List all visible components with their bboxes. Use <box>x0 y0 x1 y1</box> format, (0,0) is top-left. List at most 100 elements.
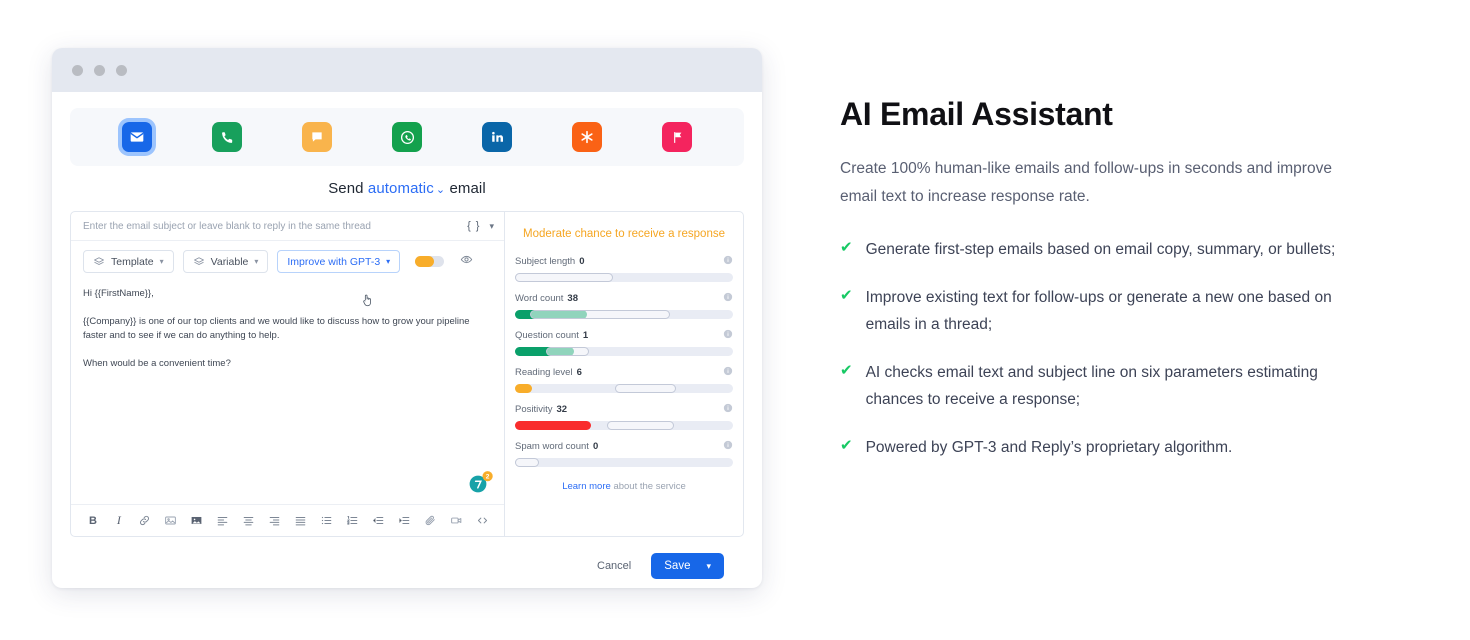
channel-whatsapp[interactable] <box>362 122 452 152</box>
image-icon[interactable] <box>159 510 183 532</box>
learn-more-rest: about the service <box>613 480 686 492</box>
chevron-down-icon[interactable]: ▾ <box>706 561 711 572</box>
metric-reading-level: Reading level 6 <box>515 366 733 393</box>
subject-row: { } ▾ <box>71 212 504 241</box>
save-button[interactable]: Save ▾ <box>651 553 724 579</box>
variable-braces-icon[interactable]: { } <box>467 220 480 232</box>
composer-toolbar: Template ▾ Variable ▾ Improve with GPT-3 <box>71 241 504 281</box>
indent-icon[interactable] <box>392 510 416 532</box>
chevron-down-icon[interactable]: ⌄ <box>436 184 445 196</box>
cancel-button[interactable]: Cancel <box>591 559 637 573</box>
learn-more-line: Learn more about the service <box>515 481 733 492</box>
page-title: AI Email Assistant <box>840 96 1113 132</box>
check-icon: ✔ <box>840 361 853 379</box>
video-icon[interactable] <box>444 510 468 532</box>
email-paragraph: {{Company}} is one of our top clients an… <box>83 315 470 342</box>
bullet-list-icon[interactable] <box>314 510 338 532</box>
metric-label: Subject length <box>515 255 576 267</box>
metric-target-zone <box>515 272 614 282</box>
metric-target-zone <box>545 346 590 356</box>
outdent-icon[interactable] <box>366 510 390 532</box>
metric-value: 0 <box>592 440 599 452</box>
info-icon[interactable] <box>723 403 733 416</box>
metric-bar <box>515 383 733 393</box>
metric-label: Question count <box>515 329 579 341</box>
agent-badge-count: 2 <box>486 474 490 481</box>
email-body[interactable]: Hi {{FirstName}}, {{Company}} is one of … <box>71 281 504 504</box>
subject-input[interactable] <box>81 219 468 233</box>
italic-button[interactable]: I <box>107 510 131 532</box>
align-left-icon[interactable] <box>211 510 235 532</box>
metric-spam-word-count: Spam word count 0 <box>515 440 733 467</box>
lead-paragraph: Create 100% human-like emails and follow… <box>840 160 1332 205</box>
composer-footer: Cancel Save ▾ <box>70 537 744 579</box>
metric-target-zone <box>515 457 539 467</box>
channel-sms[interactable] <box>272 122 362 152</box>
window-minimize-dot[interactable] <box>94 64 105 76</box>
align-center-icon[interactable] <box>237 510 261 532</box>
response-score-panel: Moderate chance to receive a response Su… <box>505 212 743 536</box>
metric-value: 0 <box>579 255 585 267</box>
envelope-icon <box>122 122 152 152</box>
metric-value: 1 <box>582 329 589 341</box>
cursor-pointer-icon <box>363 294 371 307</box>
score-title: Moderate chance to receive a response <box>522 228 725 240</box>
metric-positivity: Positivity 32 <box>515 403 733 430</box>
window-content: Send automatic⌄ email { } ▾ <box>52 92 762 579</box>
link-icon[interactable] <box>133 510 157 532</box>
send-suffix: email <box>449 180 486 197</box>
save-label: Save <box>664 560 691 572</box>
chevron-down-icon: ▾ <box>386 257 391 266</box>
learn-more-link[interactable]: Learn more <box>562 481 611 492</box>
info-icon[interactable] <box>723 440 733 453</box>
channel-strip <box>70 108 744 166</box>
email-paragraph: Hi {{FirstName}}, <box>83 288 154 299</box>
send-mode-line: Send automatic ⌄ email <box>70 180 744 197</box>
metric-target-zone <box>530 309 670 319</box>
channel-task[interactable] <box>542 122 632 152</box>
app-window-mock: Send automatic⌄ email { } ▾ <box>52 48 762 588</box>
email-paragraph: When would be a convenient time? <box>83 358 231 370</box>
metric-bar <box>515 420 733 430</box>
channel-call[interactable] <box>182 122 272 152</box>
email-composer: { } ▾ Template ▾ <box>70 211 744 537</box>
image-filled-icon[interactable] <box>185 510 209 532</box>
subject-chevron-down-icon[interactable]: ▾ <box>489 221 494 232</box>
window-close-dot[interactable] <box>72 64 83 76</box>
composer-editor-pane: { } ▾ Template ▾ <box>71 212 505 536</box>
rich-text-format-bar: B I <box>71 504 504 536</box>
paperclip-icon[interactable] <box>418 510 442 532</box>
layers-icon <box>94 256 104 265</box>
info-icon[interactable] <box>723 292 733 305</box>
info-icon[interactable] <box>723 366 733 379</box>
feature-text: Powered by GPT-3 and Reply’s proprietary… <box>865 439 1233 457</box>
metric-fill <box>515 420 592 430</box>
variable-button[interactable]: Variable ▾ <box>182 250 269 273</box>
improve-with-gpt3-button[interactable]: Improve with GPT-3 ▾ <box>277 250 401 273</box>
info-icon[interactable] <box>723 329 733 342</box>
channel-email[interactable] <box>92 122 182 152</box>
send-mode-select[interactable]: automatic <box>368 180 434 197</box>
metric-question-count: Question count 1 <box>515 329 733 356</box>
template-button[interactable]: Template ▾ <box>83 250 174 273</box>
info-icon[interactable] <box>723 255 733 268</box>
channel-manual-task[interactable] <box>632 122 722 152</box>
bold-button[interactable]: B <box>81 510 105 532</box>
channel-linkedin[interactable] <box>452 122 542 152</box>
metric-label: Reading level <box>515 366 573 378</box>
feature-item: ✔ Improve existing text for follow-ups o… <box>840 284 1340 339</box>
align-justify-icon[interactable] <box>289 510 313 532</box>
code-icon[interactable] <box>470 510 494 532</box>
metric-fill <box>515 383 533 393</box>
template-label: Template <box>111 255 154 268</box>
window-titlebar <box>52 48 762 92</box>
align-right-icon[interactable] <box>263 510 287 532</box>
preview-toggle[interactable] <box>415 256 445 267</box>
metric-bar <box>515 309 733 319</box>
window-maximize-dot[interactable] <box>116 64 127 76</box>
ai-agent-avatar[interactable]: 2 <box>468 470 494 494</box>
metric-value: 38 <box>567 292 578 304</box>
eye-icon[interactable] <box>460 253 473 271</box>
numbered-list-icon[interactable] <box>340 510 364 532</box>
page-root: Send automatic⌄ email { } ▾ <box>0 0 1470 640</box>
